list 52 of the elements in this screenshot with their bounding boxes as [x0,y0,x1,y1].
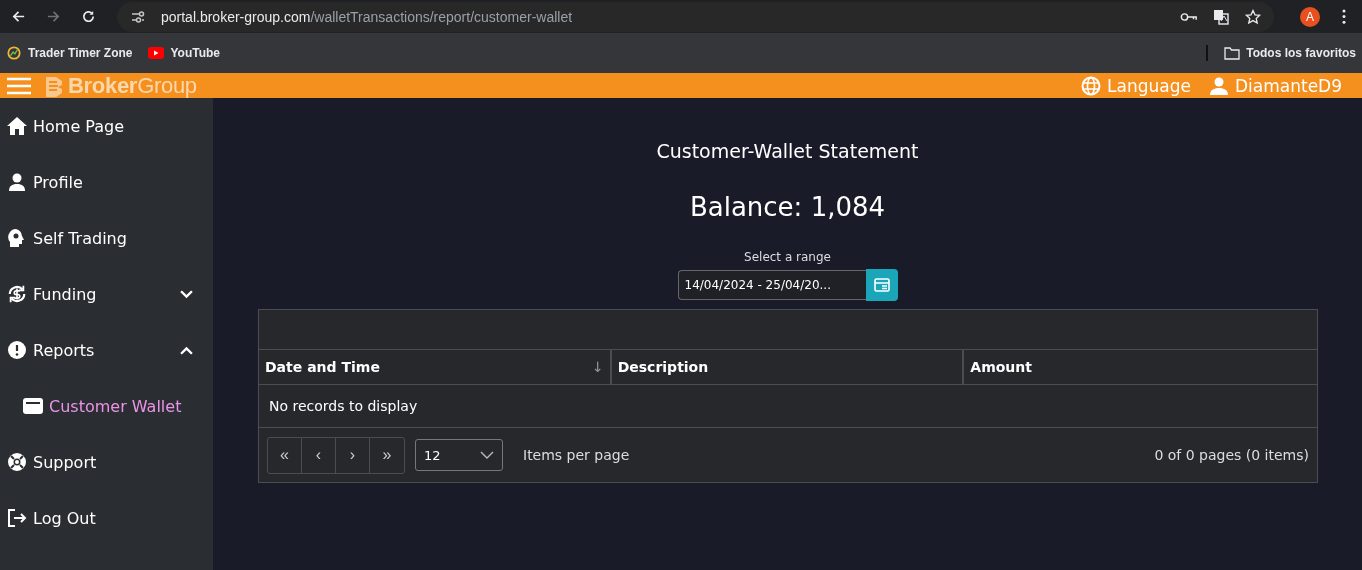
sidebar-subitem[interactable]: Customer Wallet [0,378,213,434]
column-header[interactable]: Date and Time ↓ [259,350,612,384]
folder-icon [1224,46,1241,60]
bookmark[interactable]: Trader Timer Zone [6,46,133,60]
empty-message: No records to display [269,398,418,414]
clock-icon [6,46,22,60]
lifebuoy-icon [7,452,27,472]
date-range-field[interactable]: 14/04/2024 - 25/04/20... [677,270,866,300]
logo-text: BrokerGroup [68,72,197,99]
back-icon[interactable] [11,9,26,24]
chevron-down-icon [480,451,494,459]
sidebar-item[interactable]: Home Page [0,98,213,154]
forward-icon[interactable] [46,9,61,24]
alert-icon [7,340,27,360]
sidebar-item[interactable]: Support [0,434,213,490]
pager-button[interactable]: ‹ [302,437,336,473]
page-size-select[interactable]: 12 [415,439,503,471]
sidebar-item[interactable]: Reports [0,322,213,378]
sidebar-item[interactable]: Log Out [0,490,213,546]
sidebar-item[interactable]: Profile [0,154,213,210]
globe-icon [1081,75,1102,96]
calendar-icon [873,278,890,292]
address-bar[interactable]: portal.broker-group.com/walletTransactions/report/customer-wallet [117,1,1274,32]
pager-summary: 0 of 0 pages (0 items) [1154,447,1309,463]
profile-avatar[interactable]: A [1300,6,1320,27]
pager-button[interactable]: › [336,437,370,473]
person-icon [7,172,27,192]
wallet-icon [23,398,43,414]
balance-text: Balance: 1,084 [689,192,886,222]
sidebar-item[interactable]: Self Trading [0,210,213,266]
bookmark[interactable]: YouTube [148,46,221,60]
play-icon [148,46,165,60]
column-header[interactable]: Amount [964,350,1317,384]
pager-button[interactable]: » [370,437,404,473]
user-icon [1209,75,1229,96]
pager-button[interactable]: « [268,437,302,473]
url-text: portal.broker-group.com/walletTransactions/report/customer-wallet [161,8,573,25]
dollar-cycle-icon [7,284,27,304]
page-title: Customer-Wallet Statement [656,140,919,162]
home-icon [7,116,27,136]
sidebar-item[interactable]: Funding [0,266,213,322]
reload-icon[interactable] [81,9,96,24]
menu-dots-icon[interactable] [1342,9,1346,24]
site-settings-icon[interactable] [129,8,147,25]
column-header[interactable]: Description [611,350,965,384]
calendar-button[interactable] [865,269,898,301]
range-label: Select a range [744,250,831,264]
all-bookmarks-folder[interactable]: Todos los favoritos [1224,46,1356,60]
star-icon[interactable] [1244,8,1262,25]
sort-indicator[interactable]: ↓ [591,359,604,375]
logout-icon [7,508,27,528]
page-size-label: Items per page [523,447,630,463]
